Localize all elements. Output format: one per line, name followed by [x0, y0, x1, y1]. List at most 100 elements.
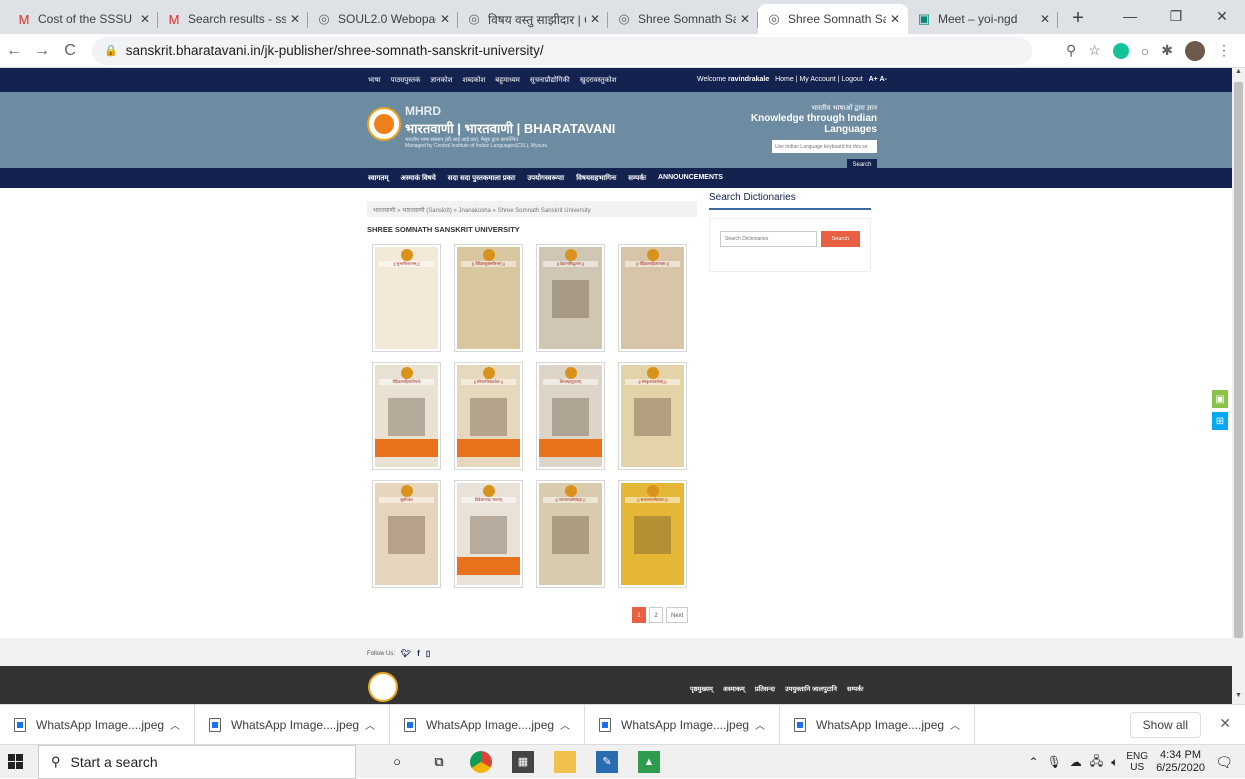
- windows-start-icon[interactable]: [8, 754, 30, 769]
- chevron-up-icon[interactable]: ︿: [755, 717, 765, 732]
- scroll-up-icon[interactable]: ▲: [1232, 68, 1245, 80]
- windows-app-icon[interactable]: ⊞: [1212, 412, 1228, 430]
- profile-avatar[interactable]: [1185, 40, 1205, 61]
- book-cover-card[interactable]: वैदिकसाहित्यविमर्शः: [372, 362, 441, 470]
- breadcrumb[interactable]: भारतवाणी » भारतवाणी (Sanskrit) » Jnanako…: [367, 201, 697, 217]
- page-link[interactable]: 1: [632, 607, 646, 623]
- language-link[interactable]: खुदरावस्तुकोश: [580, 76, 617, 85]
- cortana-icon[interactable]: ○: [386, 751, 408, 773]
- taskbar-search[interactable]: ⚲ Start a search: [38, 744, 356, 779]
- chevron-up-icon[interactable]: ︿: [170, 717, 180, 732]
- notifications-icon[interactable]: 🗨: [1215, 754, 1233, 771]
- back-icon[interactable]: ←: [0, 42, 28, 60]
- page-link[interactable]: 2: [649, 607, 663, 623]
- scroll-down-icon[interactable]: ▼: [1232, 692, 1245, 704]
- site-search-input[interactable]: [772, 140, 877, 153]
- browser-tab[interactable]: ◎ Shree Somnath Sans ✕: [758, 4, 908, 34]
- close-downloads-icon[interactable]: ✕: [1219, 715, 1231, 732]
- language-link[interactable]: बहुमाध्यम: [495, 76, 520, 85]
- book-cover-card[interactable]: सुवीरवंश: [372, 480, 441, 588]
- minimize-icon[interactable]: —: [1107, 0, 1153, 32]
- close-tab-icon[interactable]: ✕: [140, 12, 150, 26]
- more-menu-icon[interactable]: ⋮: [1217, 42, 1231, 59]
- font-size-controls[interactable]: A+ A-: [869, 76, 887, 83]
- network-icon[interactable]: 🖧: [1090, 752, 1103, 773]
- dictionary-search-button[interactable]: Search: [820, 231, 860, 247]
- scrollbar-thumb[interactable]: [1234, 82, 1243, 638]
- url-field[interactable]: 🔒 sanskrit.bharatavani.in/jk-publisher/s…: [92, 36, 1032, 65]
- twitter-icon[interactable]: 🐦︎: [401, 649, 411, 658]
- language-link[interactable]: शब्दकोश: [463, 76, 486, 85]
- calculator-icon[interactable]: ▦: [512, 750, 534, 773]
- clock[interactable]: 4:34 PM 6/25/2020: [1156, 749, 1205, 775]
- chrome-icon[interactable]: [470, 750, 492, 773]
- close-tab-icon[interactable]: ✕: [590, 12, 600, 26]
- browser-tab[interactable]: ◎ SOUL2.0 Webopac ✕: [308, 4, 458, 34]
- language-link[interactable]: पाठ्यपुस्तकं: [391, 76, 421, 85]
- chevron-up-icon[interactable]: ︿: [365, 717, 375, 732]
- nav-item[interactable]: उपयोगस्वरूपाः: [527, 174, 564, 183]
- download-item[interactable]: WhatsApp Image....jpeg ︿: [0, 704, 195, 745]
- book-cover-card[interactable]: विवेकानन्दः भारतम्: [454, 480, 523, 588]
- nav-item[interactable]: अस्माकं विषये: [401, 174, 436, 183]
- book-cover-card[interactable]: शिवमहापुराणम्: [536, 362, 605, 470]
- restore-icon[interactable]: ❐: [1153, 0, 1199, 32]
- volume-icon[interactable]: 🔈︎: [1111, 755, 1118, 770]
- browser-tab[interactable]: ▣ Meet – yoi-ngd ✕: [908, 4, 1058, 34]
- show-all-button[interactable]: Show all: [1129, 712, 1201, 738]
- account-links[interactable]: Home | My Account | Logout: [775, 76, 863, 83]
- grammarly-icon[interactable]: [1112, 42, 1129, 59]
- close-tab-icon[interactable]: ✕: [1040, 12, 1050, 26]
- reload-icon[interactable]: C: [56, 42, 84, 60]
- download-item[interactable]: WhatsApp Image....jpeg ︿: [390, 704, 585, 745]
- extensions-icon[interactable]: ✱: [1161, 42, 1173, 59]
- chevron-up-icon[interactable]: ︿: [560, 717, 570, 732]
- file-explorer-icon[interactable]: [554, 750, 576, 773]
- book-cover-card[interactable]: || वैदिकसूक्तसौरभम् ||: [454, 244, 523, 352]
- drive-icon[interactable]: ▲: [638, 750, 660, 773]
- footer-link[interactable]: अस्माकम्: [723, 684, 745, 693]
- book-cover-card[interactable]: || सुभाषितरत्नम् ||: [372, 244, 441, 352]
- book-cover-card[interactable]: || संस्कृतसंवर्धनम् ||: [618, 362, 687, 470]
- tray-overflow-icon[interactable]: ⌃: [1029, 755, 1039, 769]
- facebook-icon[interactable]: f: [417, 649, 420, 658]
- nav-item[interactable]: सम्पर्कः: [628, 174, 646, 183]
- book-cover-card[interactable]: || सोपपत्तिकप्रवेशः ||: [454, 362, 523, 470]
- footer-link[interactable]: प्रतिसन्दः: [755, 684, 775, 693]
- chevron-up-icon[interactable]: ︿: [950, 717, 960, 732]
- onedrive-icon[interactable]: ☁: [1070, 755, 1082, 769]
- language-link[interactable]: सूचनाप्रौद्योगिकी: [530, 76, 570, 85]
- close-tab-icon[interactable]: ✕: [290, 12, 300, 26]
- browser-tab[interactable]: M Cost of the SSSU pu ✕: [8, 4, 158, 34]
- close-window-icon[interactable]: ✕: [1199, 0, 1245, 32]
- notepad-icon[interactable]: ✎: [596, 750, 618, 773]
- zoom-icon[interactable]: ⚲: [1066, 42, 1076, 59]
- download-item[interactable]: WhatsApp Image....jpeg ︿: [195, 704, 390, 745]
- nav-item[interactable]: विषयसहभागिनः: [576, 174, 616, 183]
- android-app-icon[interactable]: ▣: [1212, 390, 1228, 408]
- language-link[interactable]: ज्ञानकोश: [430, 76, 452, 85]
- browser-tab[interactable]: M Search results - sssu ✕: [158, 4, 308, 34]
- browser-tab[interactable]: ◎ विषय वस्तु साझीदार | C ✕: [458, 4, 608, 34]
- download-item[interactable]: WhatsApp Image....jpeg ︿: [585, 704, 780, 745]
- mobile-icon[interactable]: ▯: [426, 649, 430, 658]
- download-item[interactable]: WhatsApp Image....jpeg ︿: [780, 704, 975, 745]
- nav-item[interactable]: सदा सदा पुस्तकमाला प्रकाः: [448, 174, 516, 183]
- browser-tab[interactable]: ◎ Shree Somnath Sans ✕: [608, 4, 758, 34]
- task-view-icon[interactable]: ⧉: [428, 751, 450, 773]
- book-cover-card[interactable]: || वैदिकसाहित्यमाला ||: [618, 244, 687, 352]
- page-scrollbar[interactable]: ▲ ▼: [1232, 68, 1245, 704]
- nav-item[interactable]: स्वागतम्: [368, 174, 389, 183]
- nav-item[interactable]: ANNOUNCEMENTS: [658, 174, 723, 183]
- close-tab-icon[interactable]: ✕: [890, 12, 900, 26]
- forward-icon[interactable]: →: [28, 42, 56, 60]
- extension-circle-icon[interactable]: ○: [1141, 43, 1149, 59]
- bharatavani-logo[interactable]: [367, 107, 401, 141]
- dictionary-search-input[interactable]: [720, 231, 817, 247]
- book-cover-card[interactable]: || नारायणवर्मसंग्रहः ||: [536, 480, 605, 588]
- footer-link[interactable]: सम्पर्कः: [847, 684, 863, 693]
- bookmark-star-icon[interactable]: ☆: [1088, 42, 1101, 59]
- microphone-icon[interactable]: 🎙︎: [1047, 755, 1062, 769]
- close-tab-icon[interactable]: ✕: [440, 12, 450, 26]
- close-tab-icon[interactable]: ✕: [740, 12, 750, 26]
